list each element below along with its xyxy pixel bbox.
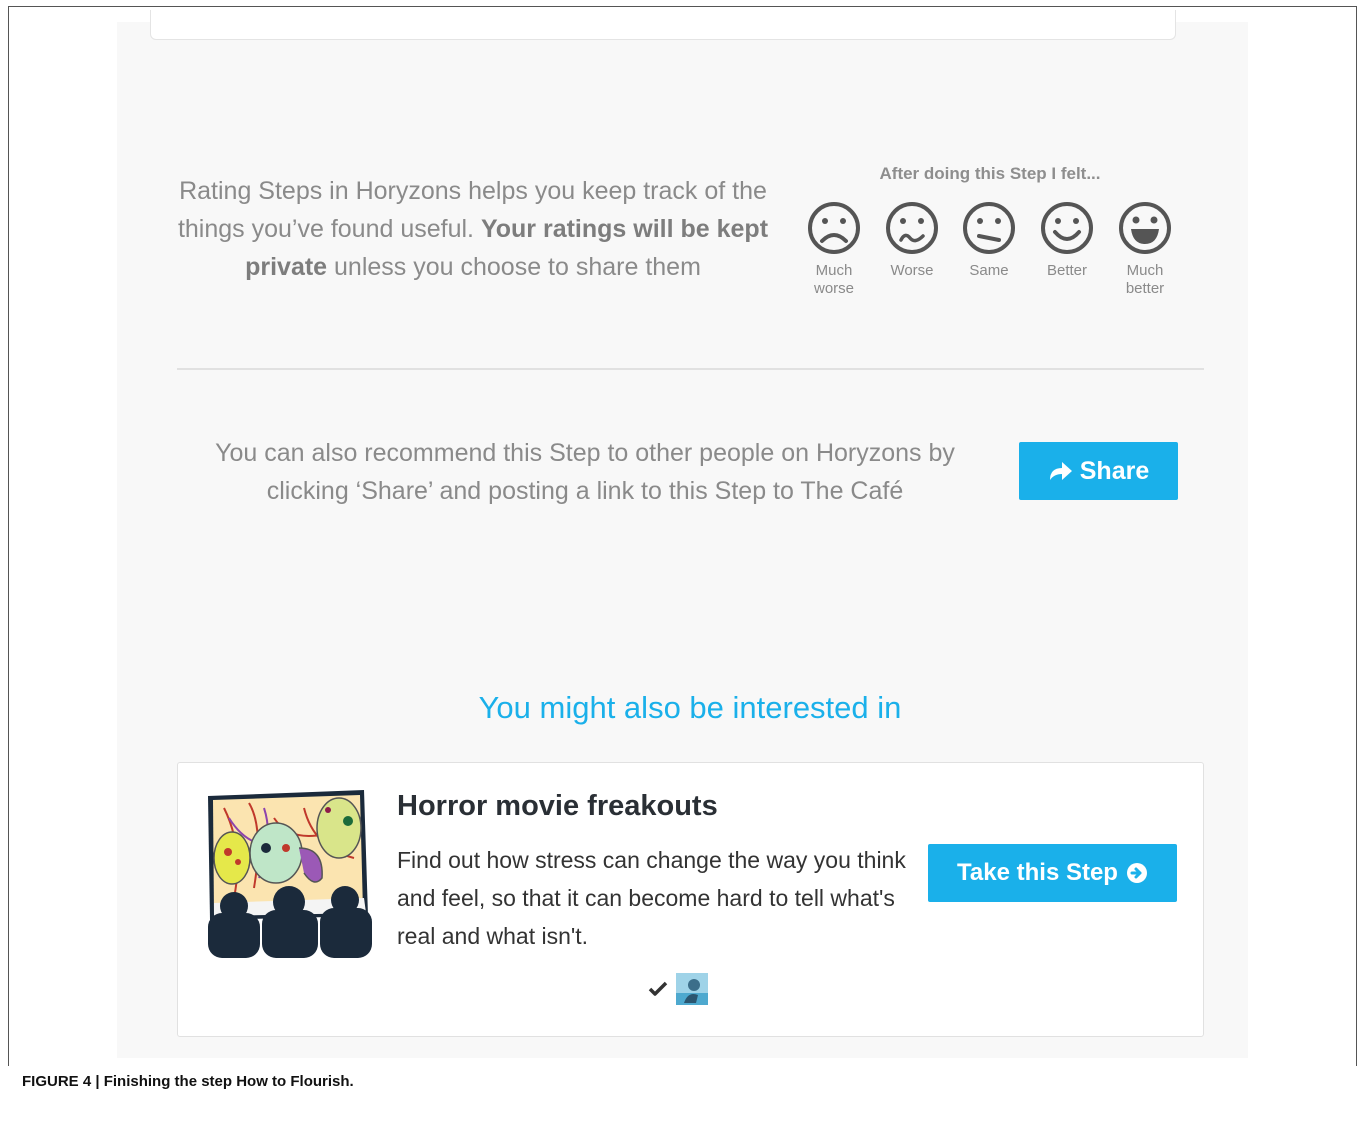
- recommendations-heading: You might also be interested in: [478, 690, 902, 725]
- rating-option-worse[interactable]: Worse: [877, 200, 947, 280]
- share-arrow-icon: [1049, 462, 1072, 480]
- figure-caption: FIGURE 4 | Finishing the step How to Flo…: [22, 1073, 354, 1090]
- rating-option-label: Same: [969, 262, 1009, 279]
- worse-face-icon: [886, 202, 938, 254]
- same-face-icon: [963, 202, 1015, 254]
- rating-title: After doing this Step I felt...: [879, 164, 1101, 183]
- rating-option-better[interactable]: Better: [1032, 200, 1102, 280]
- rating-option-much-better[interactable]: Much better: [1110, 200, 1180, 298]
- checkmark-icon: [648, 981, 668, 996]
- recommendation-card: Horror movie freakouts Find out how stre…: [177, 762, 1204, 1037]
- rating-option-much-worse[interactable]: Much worse: [799, 200, 869, 298]
- section-divider: [177, 368, 1204, 370]
- avatar-icon: [676, 973, 708, 1005]
- horror-movie-thumbnail: [208, 790, 372, 958]
- previous-card-bottom: [150, 10, 1176, 40]
- rating-option-same[interactable]: Same: [954, 200, 1024, 280]
- recommendation-meta: [648, 973, 708, 1005]
- share-description: You can also recommend this Step to othe…: [215, 439, 955, 505]
- recommendation-title[interactable]: Horror movie freakouts: [397, 790, 718, 823]
- take-this-step-button[interactable]: Take this Step: [928, 844, 1177, 902]
- rating-option-label: Worse: [890, 262, 934, 279]
- rating-option-label: Much worse: [813, 262, 854, 297]
- better-face-icon: [1041, 202, 1093, 254]
- rating-description: Rating Steps in Horyzons helps you keep …: [177, 177, 769, 281]
- rating-option-label: Much better: [1125, 262, 1165, 297]
- share-button-label: Share: [1079, 456, 1150, 485]
- much-better-face-icon: [1119, 202, 1171, 254]
- take-step-button-label: Take this Step: [957, 859, 1118, 886]
- rating-option-label: Better: [1046, 262, 1088, 279]
- circle-arrow-right-icon: [1126, 863, 1147, 883]
- share-button[interactable]: Share: [1019, 442, 1178, 500]
- recommendation-description: Find out how stress can change the way y…: [397, 847, 906, 949]
- much-worse-face-icon: [808, 202, 860, 254]
